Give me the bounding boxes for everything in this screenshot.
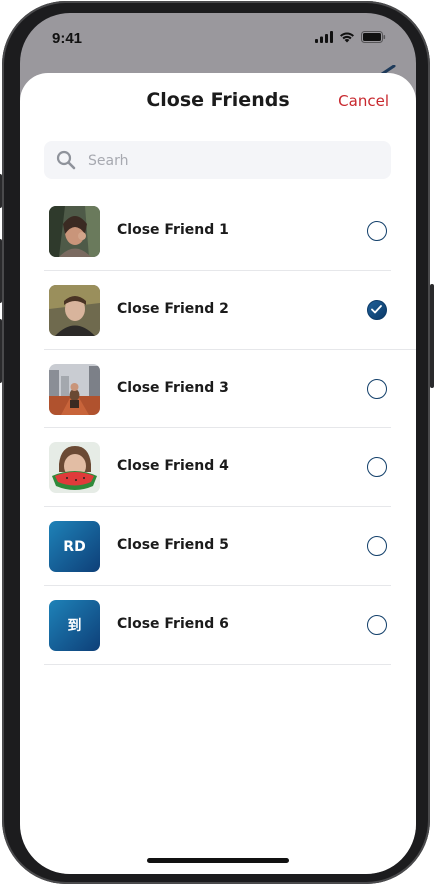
avatar (49, 442, 100, 494)
sheet-header: Close Friends Cancel (20, 73, 416, 129)
list-item[interactable]: Close Friend 3 (20, 350, 416, 429)
status-time: 9:41 (52, 30, 83, 47)
select-radio[interactable] (367, 221, 387, 241)
status-bar: 9:41 (20, 13, 416, 73)
search-input[interactable] (86, 141, 380, 181)
select-radio[interactable] (367, 536, 387, 557)
friend-name: Close Friend 6 (117, 615, 229, 632)
search-icon (56, 150, 76, 170)
list-item[interactable]: Close Friend 1 (20, 192, 416, 271)
close-friends-sheet: Close Friends Cancel Searh Close Friend … (20, 73, 416, 874)
cancel-button[interactable]: Cancel (338, 92, 389, 110)
volume-down-button (0, 319, 2, 383)
friend-name: Close Friend 5 (117, 537, 229, 554)
friends-list: Close Friend 1 Close Friend 2 Close Frie… (20, 192, 416, 665)
wifi-icon (340, 32, 354, 43)
home-indicator[interactable] (147, 858, 289, 863)
select-radio[interactable] (367, 457, 387, 478)
avatar-initials: RD (49, 521, 100, 573)
divider (44, 663, 391, 665)
checkmark-icon (371, 304, 382, 314)
avatar (49, 363, 100, 415)
avatar-initials: 到 (49, 599, 100, 651)
select-radio[interactable] (367, 614, 387, 635)
power-button (430, 284, 434, 388)
list-item[interactable]: Close Friend 4 (20, 428, 416, 508)
screen: 9:41 Close Friends Cancel Searh Close Fr… (20, 13, 416, 874)
avatar (49, 206, 100, 257)
list-item[interactable]: 到 Close Friend 6 (20, 586, 416, 665)
list-item[interactable]: RD Close Friend 5 (20, 507, 416, 586)
friend-name: Close Friend 1 (117, 222, 229, 238)
list-item[interactable]: Close Friend 2 (20, 271, 416, 350)
select-radio[interactable] (367, 378, 387, 399)
phone-frame: 9:41 Close Friends Cancel Searh Close Fr… (0, 1, 434, 884)
search-bar[interactable] (44, 141, 391, 181)
friend-name: Close Friend 4 (117, 458, 229, 475)
select-radio-checked[interactable] (367, 299, 387, 320)
mute-switch (0, 174, 2, 208)
avatar (49, 284, 100, 336)
battery-icon (361, 31, 386, 43)
friend-name: Close Friend 2 (117, 300, 229, 317)
volume-up-button (0, 239, 2, 303)
cellular-signal-icon (315, 31, 333, 43)
friend-name: Close Friend 3 (117, 379, 229, 396)
